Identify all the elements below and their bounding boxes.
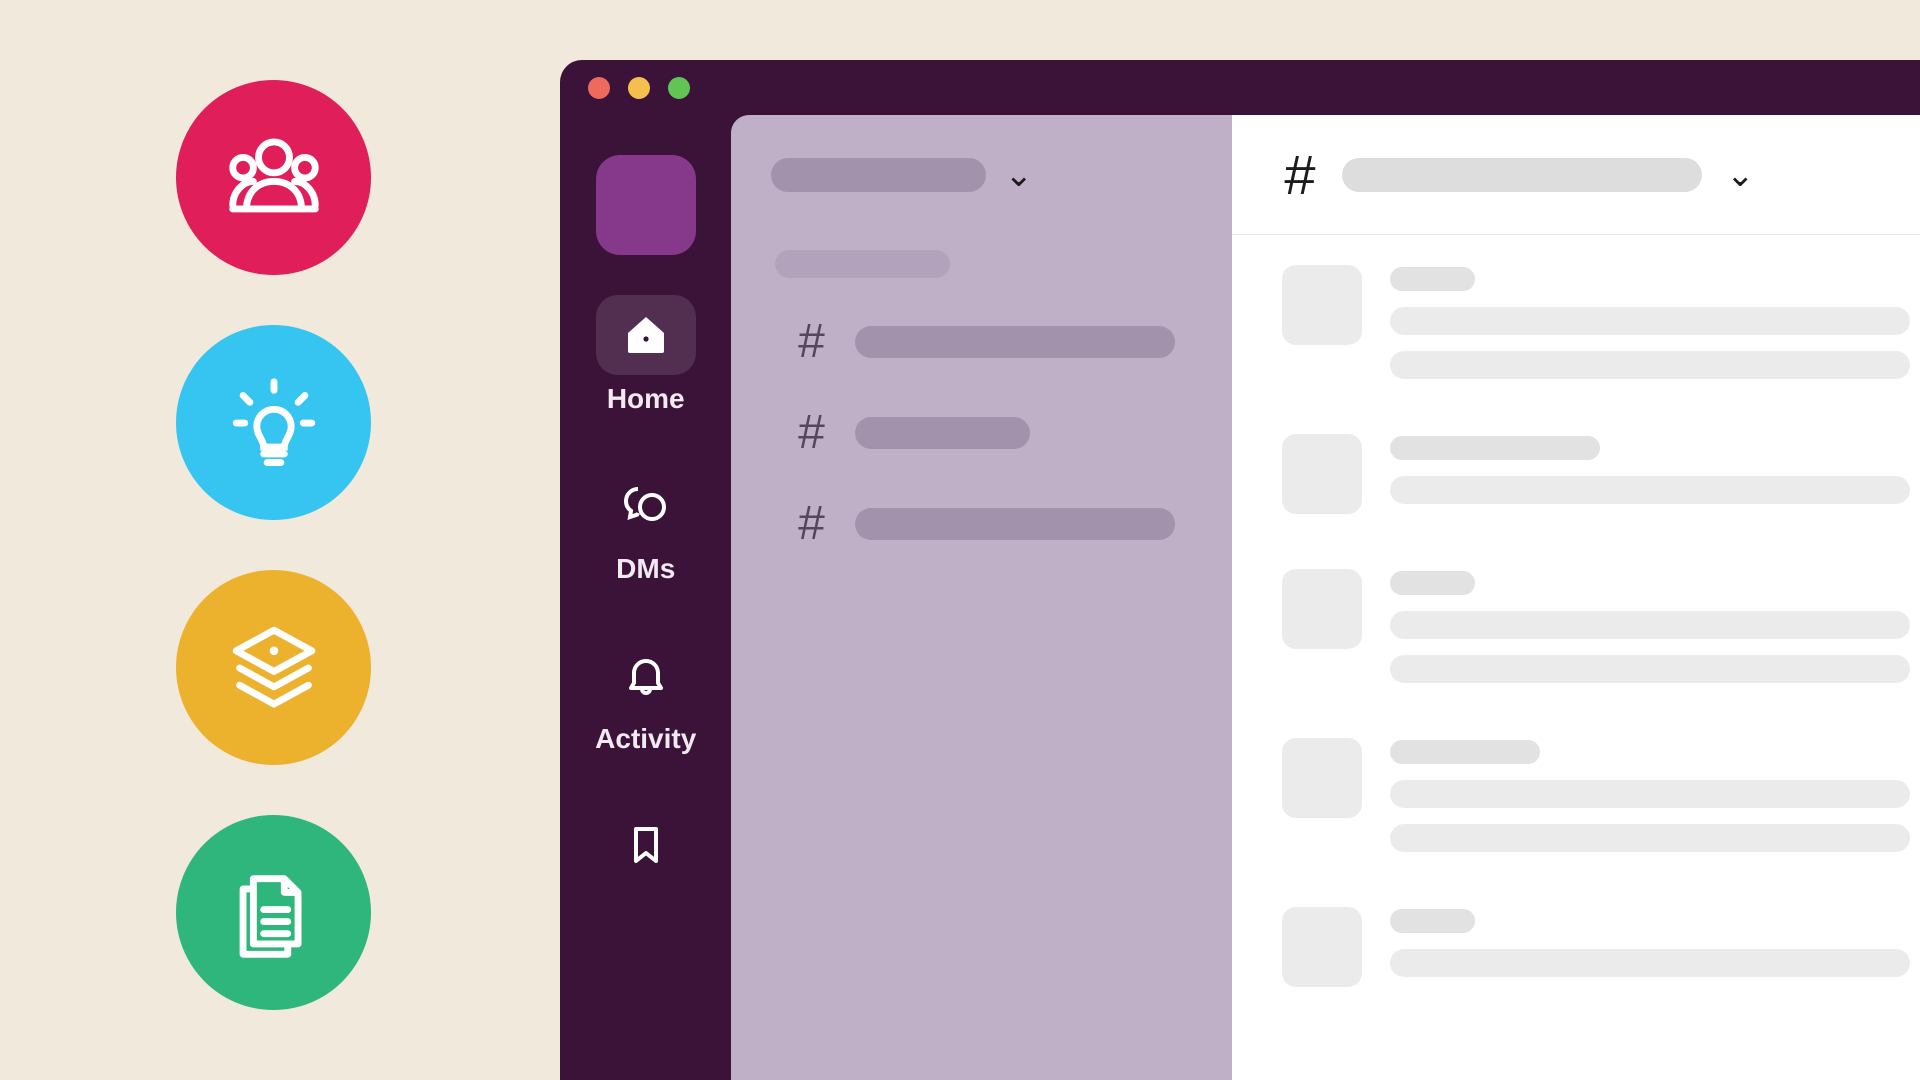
author-placeholder [1390, 571, 1475, 595]
people-icon [219, 123, 329, 233]
message-item [1282, 434, 1910, 514]
main-pane: # ⌄ [1232, 115, 1920, 1080]
author-placeholder [1390, 267, 1475, 291]
titlebar [560, 60, 1920, 115]
channel-name-placeholder [855, 326, 1175, 358]
message-item [1282, 569, 1910, 683]
text-line-placeholder [1390, 655, 1910, 683]
workspace-header[interactable]: ⌄ [771, 155, 1192, 195]
channel-item[interactable]: # [771, 314, 1192, 369]
documents-icon [219, 858, 329, 968]
rail-label: Activity [595, 723, 696, 755]
badge-docs [176, 815, 371, 1010]
hash-icon: # [793, 314, 829, 369]
channel-name-placeholder [855, 417, 1030, 449]
bell-icon [622, 651, 670, 699]
rail-label: Home [607, 383, 685, 415]
rail-item-later[interactable] [571, 795, 721, 903]
workspace-switcher[interactable] [596, 155, 696, 255]
channel-sidebar: ⌄ # # # [731, 115, 1232, 1080]
text-line-placeholder [1390, 351, 1910, 379]
rail-label: DMs [616, 553, 675, 585]
hash-icon: # [793, 405, 829, 460]
rail-item-dms[interactable]: DMs [571, 455, 721, 595]
badge-secure-stack [176, 570, 371, 765]
avatar[interactable] [1282, 569, 1362, 649]
chevron-down-icon: ⌄ [1004, 155, 1033, 195]
hash-icon: # [1282, 142, 1318, 207]
avatar[interactable] [1282, 907, 1362, 987]
avatar[interactable] [1282, 265, 1362, 345]
bookmark-icon [622, 821, 670, 869]
badge-people [176, 80, 371, 275]
text-line-placeholder [1390, 824, 1910, 852]
message-item [1282, 738, 1910, 852]
text-line-placeholder [1390, 476, 1910, 504]
channel-header[interactable]: # ⌄ [1232, 115, 1920, 235]
text-line-placeholder [1390, 949, 1910, 977]
workspace-name-placeholder [771, 158, 986, 192]
nav-rail: Home DMs Activity [560, 115, 731, 1080]
lightbulb-icon [219, 368, 329, 478]
text-line-placeholder [1390, 611, 1910, 639]
badge-idea [176, 325, 371, 520]
author-placeholder [1390, 740, 1540, 764]
message-item [1282, 907, 1910, 987]
rail-item-home[interactable]: Home [571, 285, 721, 425]
layers-lock-icon [219, 613, 329, 723]
app-window: Home DMs Activity [560, 60, 1920, 1080]
channel-item[interactable]: # [771, 496, 1192, 551]
minimize-button[interactable] [628, 77, 650, 99]
text-line-placeholder [1390, 307, 1910, 335]
feature-badges [176, 80, 371, 1010]
channel-name-placeholder [855, 508, 1175, 540]
hash-icon: # [793, 496, 829, 551]
author-placeholder [1390, 909, 1475, 933]
channel-item[interactable]: # [771, 405, 1192, 460]
home-icon [622, 311, 670, 359]
avatar[interactable] [1282, 738, 1362, 818]
rail-item-activity[interactable]: Activity [571, 625, 721, 765]
section-label-placeholder [775, 250, 950, 278]
avatar[interactable] [1282, 434, 1362, 514]
channel-title-placeholder [1342, 158, 1702, 192]
text-line-placeholder [1390, 780, 1910, 808]
chat-icon [622, 481, 670, 529]
author-placeholder [1390, 436, 1600, 460]
close-button[interactable] [588, 77, 610, 99]
zoom-button[interactable] [668, 77, 690, 99]
message-list [1232, 235, 1920, 1080]
message-item [1282, 265, 1910, 379]
chevron-down-icon: ⌄ [1726, 155, 1755, 195]
